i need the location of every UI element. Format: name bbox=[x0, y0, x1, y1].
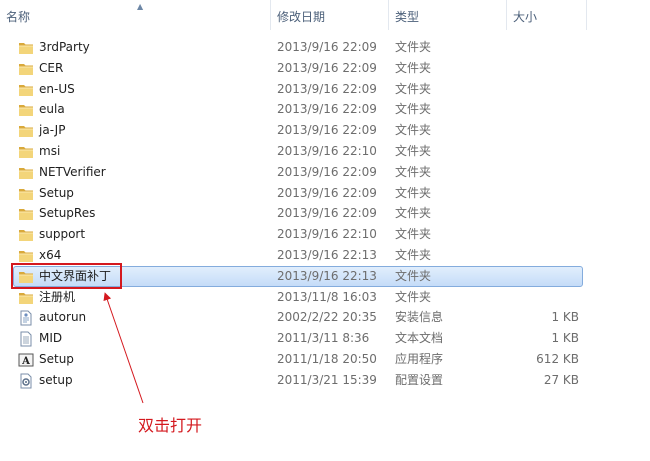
annotation-arrow bbox=[103, 292, 144, 404]
annotation-label: 双击打开 bbox=[138, 416, 203, 435]
